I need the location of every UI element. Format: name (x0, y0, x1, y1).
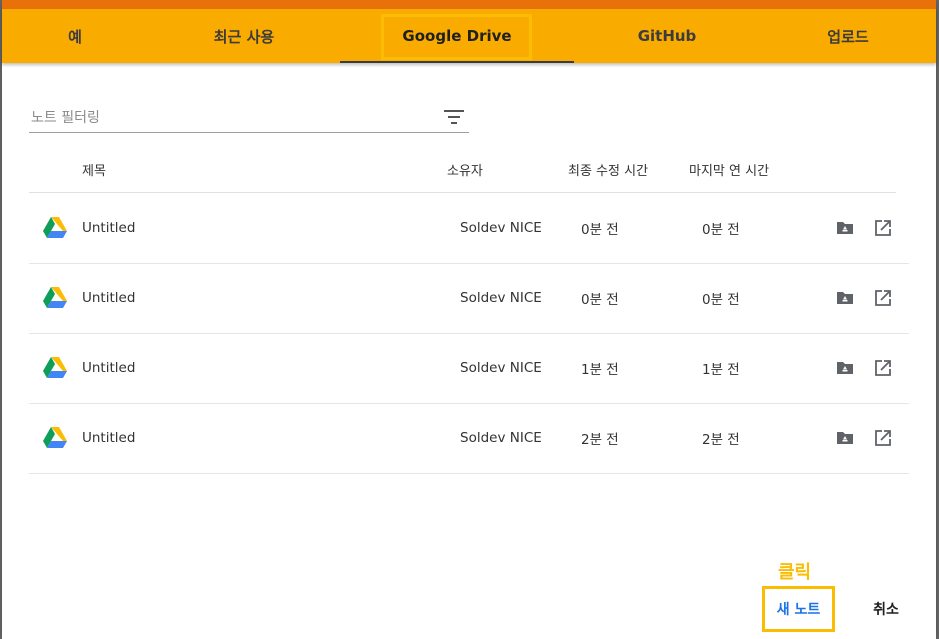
filter-list-icon[interactable] (443, 108, 465, 126)
row-modified: 1분 전 (581, 362, 619, 378)
open-in-new-icon[interactable] (873, 358, 893, 378)
row-modified: 2분 전 (581, 432, 619, 448)
table-row[interactable]: Untitled Soldev NICE 0분 전 0분 전 (29, 193, 909, 264)
cancel-button[interactable]: 취소 (858, 589, 914, 629)
column-header-owner: 소유자 (447, 164, 483, 179)
google-drive-icon (43, 217, 67, 238)
tab-github[interactable]: GitHub (574, 9, 760, 63)
drive-folder-icon[interactable] (835, 288, 855, 308)
open-in-new-icon[interactable] (873, 428, 893, 448)
tab-examples[interactable]: 예 (2, 9, 148, 63)
google-drive-icon (43, 357, 67, 378)
row-owner: Soldev NICE (460, 430, 542, 446)
new-note-button[interactable]: 새 노트 (765, 589, 832, 629)
open-in-new-icon[interactable] (873, 288, 893, 308)
drive-folder-icon[interactable] (835, 428, 855, 448)
row-owner: Soldev NICE (460, 220, 542, 236)
column-header-modified: 최종 수정 시간 (568, 164, 649, 179)
tab-upload[interactable]: 업로드 (760, 9, 936, 63)
drive-folder-icon[interactable] (835, 218, 855, 238)
filter-field (29, 100, 469, 133)
google-drive-tab-highlight (381, 14, 532, 60)
row-opened: 0분 전 (702, 292, 740, 308)
row-title[interactable]: Untitled (82, 263, 135, 333)
row-title[interactable]: Untitled (82, 403, 135, 473)
row-modified: 0분 전 (581, 292, 619, 308)
open-in-new-icon[interactable] (873, 218, 893, 238)
dialog-top-accent (2, 0, 936, 9)
table-row[interactable]: Untitled Soldev NICE 1분 전 1분 전 (29, 333, 909, 404)
row-title[interactable]: Untitled (82, 193, 135, 263)
column-header-opened: 마지막 연 시간 (689, 164, 770, 179)
google-drive-icon (43, 287, 67, 308)
row-owner: Soldev NICE (460, 360, 542, 376)
row-owner: Soldev NICE (460, 290, 542, 306)
table-row[interactable]: Untitled Soldev NICE 0분 전 0분 전 (29, 263, 909, 334)
selected-tab-indicator (340, 61, 574, 63)
row-opened: 1분 전 (702, 362, 740, 378)
tab-recent[interactable]: 최근 사용 (148, 9, 340, 63)
row-modified: 0분 전 (581, 222, 619, 238)
table-row[interactable]: Untitled Soldev NICE 2분 전 2분 전 (29, 403, 909, 474)
row-opened: 2분 전 (702, 432, 740, 448)
row-opened: 0분 전 (702, 222, 740, 238)
filter-input[interactable] (29, 106, 433, 130)
open-notebook-dialog: 예 최근 사용 Google Drive GitHub 업로드 제목 소유자 최… (2, 0, 936, 639)
google-drive-icon (43, 427, 67, 448)
column-header-title: 제목 (82, 164, 106, 179)
row-title[interactable]: Untitled (82, 333, 135, 403)
click-annotation: 클릭 (778, 562, 812, 583)
drive-folder-icon[interactable] (835, 358, 855, 378)
